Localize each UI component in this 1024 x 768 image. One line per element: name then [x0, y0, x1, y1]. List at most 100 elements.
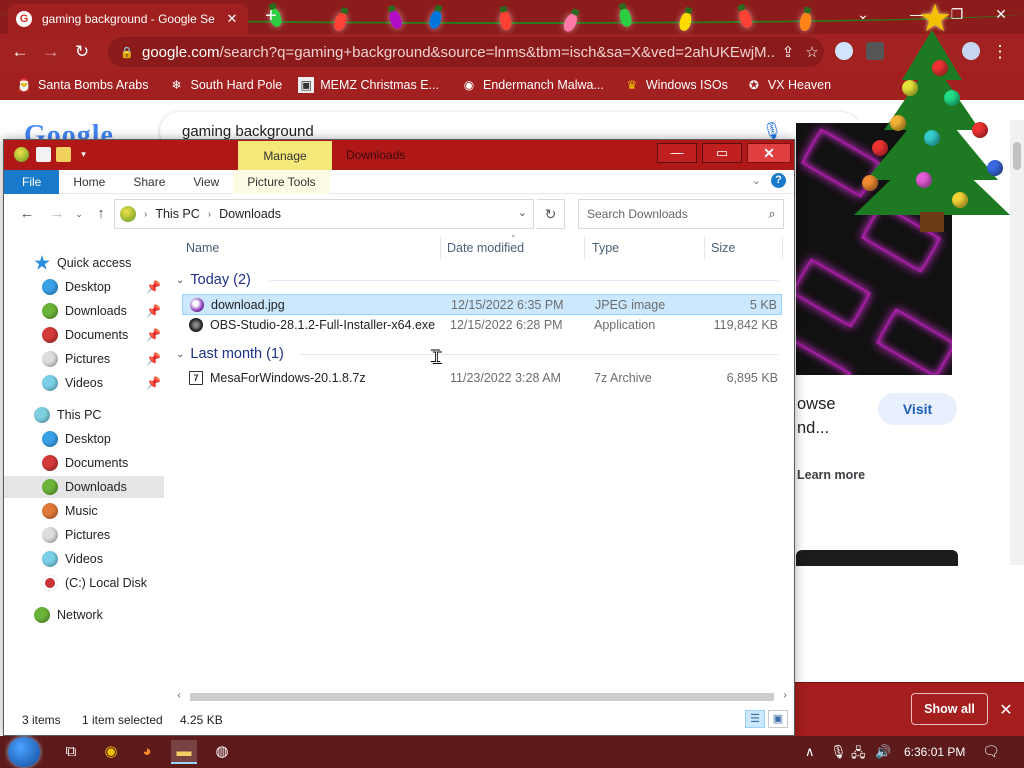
bookmark-item[interactable]: ▣ MEMZ Christmas E...: [298, 77, 439, 93]
details-view-icon[interactable]: ☰: [745, 710, 765, 728]
nav-quick-pictures[interactable]: Pictures 📌: [4, 348, 164, 370]
nav-quick-access[interactable]: Quick access: [4, 252, 164, 274]
related-image-thumbnail[interactable]: [796, 550, 958, 566]
column-name[interactable]: Name: [186, 241, 219, 255]
task-view-icon[interactable]: ⧉: [58, 740, 84, 764]
address-bar[interactable]: 🔒 google.com/search?q=gaming+background&…: [108, 37, 824, 67]
reload-icon[interactable]: ↻: [71, 41, 93, 63]
group-header-last-month[interactable]: ⌄ Last month (1): [176, 343, 778, 365]
nav-pc-local-disk[interactable]: (C:) Local Disk: [4, 572, 164, 594]
scrollbar-thumb[interactable]: [1013, 142, 1021, 170]
column-divider[interactable]: [440, 237, 441, 259]
minimize-icon[interactable]: —: [657, 143, 697, 163]
new-folder-icon[interactable]: [56, 147, 71, 162]
nav-quick-videos[interactable]: Videos 📌: [4, 372, 164, 394]
search-input[interactable]: Search Downloads ⌕: [578, 199, 784, 229]
column-date-modified[interactable]: Date modified: [447, 241, 524, 255]
tab-file[interactable]: File: [4, 170, 60, 194]
bookmark-item[interactable]: ❄ South Hard Pole: [168, 77, 282, 93]
tab-home[interactable]: Home: [59, 170, 119, 194]
file-explorer-icon[interactable]: ▬: [171, 740, 197, 764]
tab-share[interactable]: Share: [119, 170, 179, 194]
properties-icon[interactable]: [36, 147, 51, 162]
recent-locations-icon[interactable]: ⌄: [70, 209, 88, 220]
nav-quick-documents[interactable]: Documents 📌: [4, 324, 164, 346]
group-header-today[interactable]: ⌄ Today (2): [176, 269, 778, 291]
search-query[interactable]: gaming background: [182, 123, 756, 140]
address-dropdown-icon[interactable]: ⌄: [518, 206, 527, 219]
nav-pc-pictures[interactable]: Pictures: [4, 524, 164, 546]
forward-arrow-icon[interactable]: →: [40, 41, 62, 63]
nav-pc-music[interactable]: Music: [4, 500, 164, 522]
nav-pc-documents[interactable]: Documents: [4, 452, 164, 474]
breadcrumb-separator-icon[interactable]: ›: [144, 209, 147, 220]
bookmark-item[interactable]: ♛ Windows ISOs: [624, 77, 727, 93]
obs-icon[interactable]: ◍: [209, 740, 235, 764]
lock-icon[interactable]: 🔒: [120, 46, 134, 59]
forward-arrow-icon[interactable]: →: [48, 205, 66, 222]
explorer-title-bar[interactable]: ▾ Manage Downloads — ▭ ✕: [4, 140, 794, 170]
explorer-app-icon[interactable]: [14, 147, 29, 162]
notification-center-icon[interactable]: 🗨: [982, 743, 1000, 759]
scroll-right-icon[interactable]: ›: [778, 690, 792, 701]
tab-picture-tools[interactable]: Picture Tools: [233, 170, 330, 194]
file-row[interactable]: 7 MesaForWindows-20.1.8.7z 11/23/2022 3:…: [182, 368, 782, 389]
nav-pc-desktop[interactable]: Desktop: [4, 428, 164, 450]
nav-pc-downloads[interactable]: Downloads: [4, 476, 164, 498]
customize-toolbar-icon[interactable]: ▾: [76, 147, 91, 162]
tab-view[interactable]: View: [179, 170, 233, 194]
learn-more-link[interactable]: Learn more: [797, 468, 865, 482]
file-row[interactable]: OBS-Studio-28.1.2-Full-Installer-x64.exe…: [182, 315, 782, 336]
start-button[interactable]: [8, 737, 40, 767]
bookmark-item[interactable]: ✪ VX Heaven: [746, 77, 831, 93]
manage-context-tab[interactable]: Manage: [238, 141, 332, 170]
column-divider[interactable]: [584, 237, 585, 259]
microphone-icon[interactable]: 🎙: [830, 744, 847, 760]
maximize-icon[interactable]: ▭: [702, 143, 742, 163]
up-arrow-icon[interactable]: ↑: [92, 205, 110, 222]
volume-icon[interactable]: 🔊: [875, 744, 891, 760]
new-tab-button[interactable]: +: [260, 5, 282, 27]
extension-icon[interactable]: [835, 42, 853, 60]
nav-quick-downloads[interactable]: Downloads 📌: [4, 300, 164, 322]
large-icons-view-icon[interactable]: ▣: [768, 710, 788, 728]
visit-button[interactable]: Visit: [878, 393, 957, 425]
expand-ribbon-icon[interactable]: ⌄: [752, 174, 761, 187]
scroll-left-icon[interactable]: ‹: [172, 690, 186, 701]
close-tab-icon[interactable]: ✕: [224, 11, 240, 27]
star-bookmark-icon[interactable]: ☆: [800, 43, 824, 61]
firefox-icon[interactable]: ◕: [134, 740, 160, 764]
nav-network[interactable]: Network: [4, 604, 164, 626]
browser-tab-active[interactable]: G gaming background - Google Se ✕: [8, 4, 248, 34]
column-size[interactable]: Size: [711, 241, 735, 255]
bookmark-item[interactable]: ◉ Endermanch Malwa...: [461, 77, 604, 93]
back-arrow-icon[interactable]: ←: [18, 205, 36, 222]
share-icon[interactable]: ⇪: [776, 43, 800, 61]
close-download-bar-icon[interactable]: ✕: [996, 700, 1016, 720]
chrome-icon[interactable]: ◉: [98, 740, 124, 764]
nav-pc-videos[interactable]: Videos: [4, 548, 164, 570]
page-scrollbar[interactable]: [1010, 120, 1024, 565]
column-divider[interactable]: [704, 237, 705, 259]
show-all-button[interactable]: Show all: [911, 693, 988, 725]
file-row[interactable]: download.jpg 12/15/2022 6:35 PM JPEG ima…: [182, 294, 782, 315]
breadcrumb-downloads[interactable]: Downloads: [219, 207, 281, 221]
close-icon[interactable]: ✕: [747, 143, 791, 163]
help-icon[interactable]: ?: [771, 173, 786, 188]
nav-this-pc[interactable]: This PC: [4, 404, 164, 426]
column-divider[interactable]: [782, 237, 783, 259]
microphone-icon[interactable]: 🎙: [756, 121, 788, 141]
breadcrumb-separator-icon[interactable]: ›: [208, 209, 211, 220]
bookmark-item[interactable]: 🎅 Santa Bombs Arabs: [16, 77, 149, 93]
scrollbar-thumb[interactable]: [190, 693, 774, 701]
breadcrumb-this-pc[interactable]: This PC: [155, 207, 199, 221]
nav-quick-desktop[interactable]: Desktop 📌: [4, 276, 164, 298]
system-clock[interactable]: 6:36:01 PM: [904, 745, 965, 759]
address-bar[interactable]: › This PC › Downloads ⌄: [114, 199, 534, 229]
back-arrow-icon[interactable]: ←: [9, 41, 31, 63]
network-status-icon[interactable]: 🖧: [851, 744, 866, 766]
horizontal-scrollbar[interactable]: ‹ ›: [172, 689, 792, 705]
column-type[interactable]: Type: [592, 241, 619, 255]
show-hidden-icons-icon[interactable]: ∧: [805, 744, 815, 760]
refresh-icon[interactable]: ↻: [537, 199, 565, 229]
